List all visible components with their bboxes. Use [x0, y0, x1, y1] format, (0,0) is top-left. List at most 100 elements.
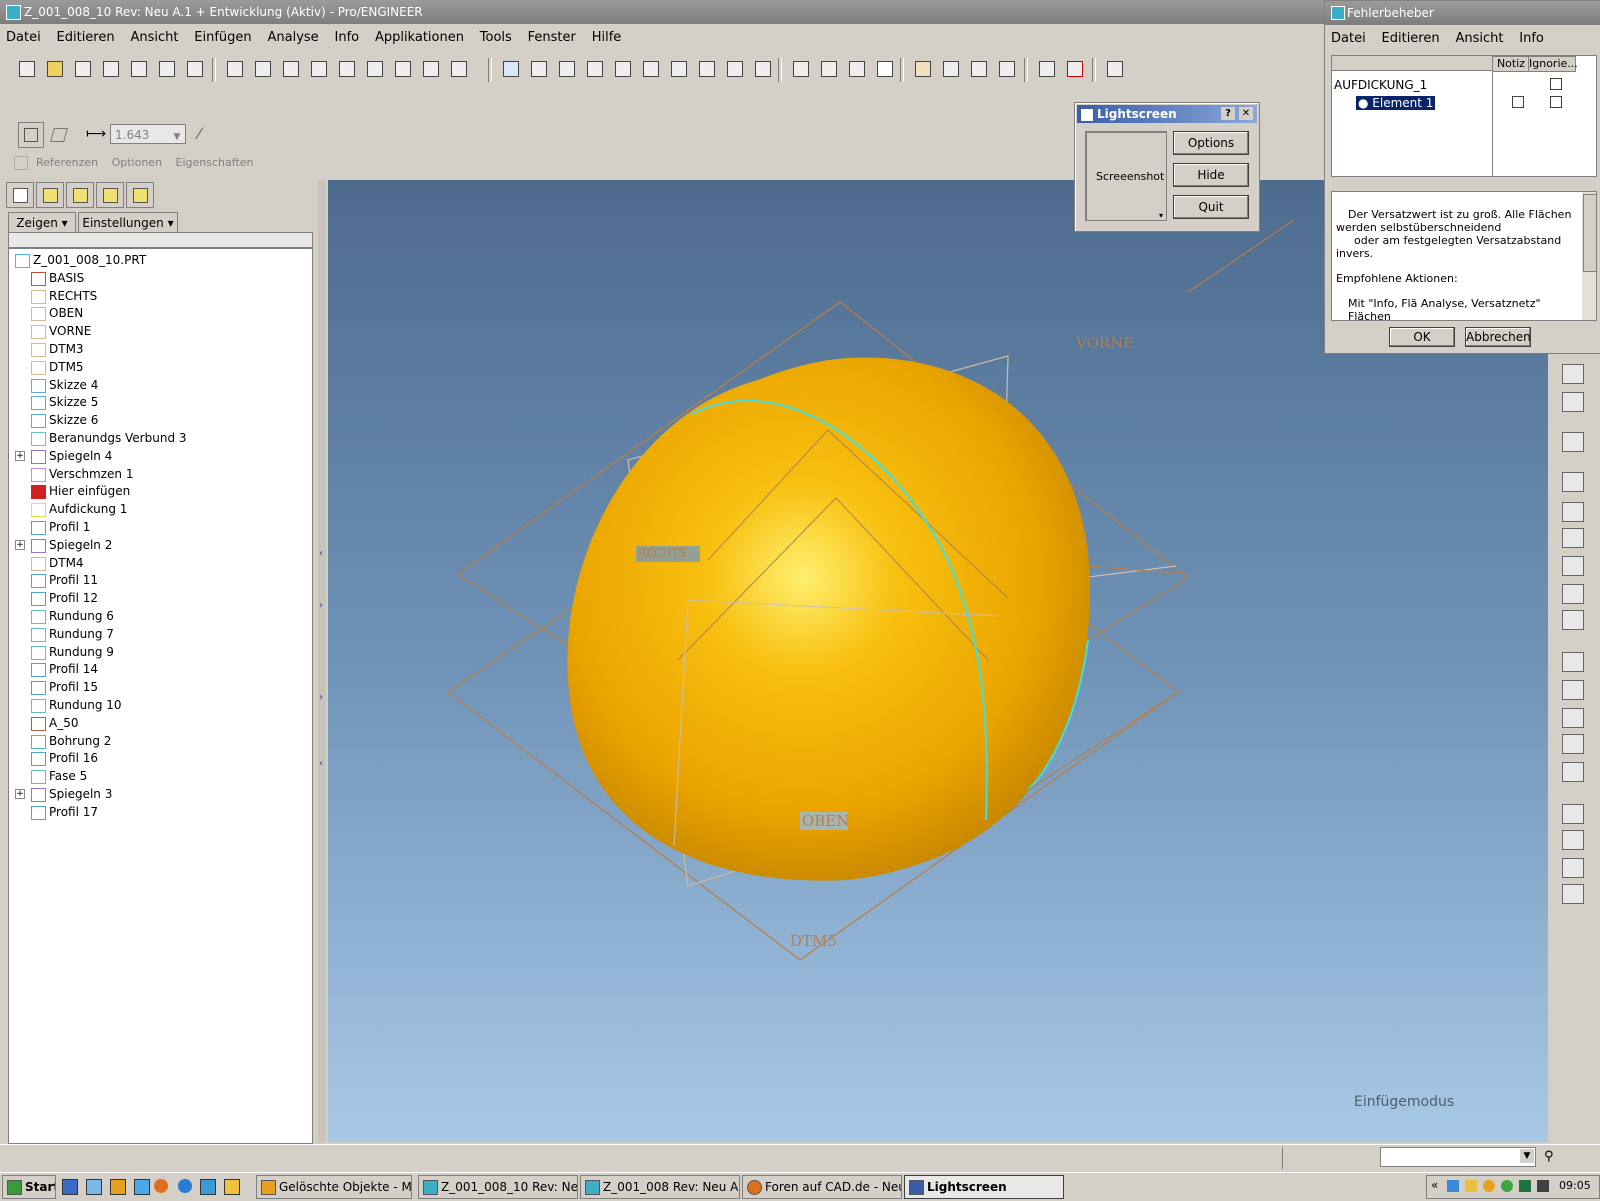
tree-item[interactable]: Z_001_008_10.PRT: [9, 251, 309, 269]
tree-item[interactable]: Skizze 4: [9, 376, 309, 394]
tree-item[interactable]: Profil 14: [9, 660, 309, 678]
tree-item-aufdickung[interactable]: AUFDICKUNG_1: [1334, 78, 1427, 92]
menu-hilfe[interactable]: Hilfe: [586, 26, 628, 50]
tab-optionen[interactable]: Optionen: [112, 156, 162, 169]
zoom-fit-button[interactable]: [638, 56, 662, 82]
options-button[interactable]: Options: [1173, 131, 1249, 155]
tray-expand-icon[interactable]: «: [1431, 1178, 1438, 1192]
rib-tool-icon[interactable]: [1562, 528, 1584, 548]
start-button[interactable]: Start: [2, 1175, 56, 1199]
help-button[interactable]: ?: [1221, 107, 1235, 120]
menu-fenster[interactable]: Fenster: [522, 26, 582, 50]
tab-eigenschaften[interactable]: Eigenschaften: [176, 156, 254, 169]
dashboard-solid-button[interactable]: [18, 122, 44, 148]
tray-status-icon[interactable]: [1501, 1180, 1513, 1192]
reorient-button[interactable]: [666, 56, 690, 82]
desktop-icon[interactable]: [62, 1179, 78, 1195]
tree-item[interactable]: DTM5: [9, 358, 309, 376]
tree-item[interactable]: Aufdickung 1: [9, 500, 309, 518]
selection-filter-icon[interactable]: ⚲: [1544, 1149, 1558, 1165]
coordinate-systems-toggle[interactable]: [994, 56, 1018, 82]
save-button[interactable]: [70, 56, 94, 82]
outlook-icon[interactable]: [110, 1179, 126, 1195]
tab-folder-browser[interactable]: [36, 182, 64, 208]
tree-item[interactable]: + Spiegeln 3: [9, 785, 309, 803]
tab-favorites[interactable]: [66, 182, 94, 208]
close-icon[interactable]: ✕: [1239, 107, 1253, 120]
menu-tools[interactable]: Tools: [474, 26, 518, 50]
expand-arrow-icon[interactable]: ›: [319, 692, 323, 703]
dashboard-surface-button[interactable]: [48, 124, 70, 146]
sketch-tool-button[interactable]: [498, 56, 522, 82]
tree-item[interactable]: Profil 15: [9, 678, 309, 696]
tray-clock-icon[interactable]: [1483, 1180, 1495, 1192]
tree-item[interactable]: Profil 11: [9, 571, 309, 589]
ignore-checkbox[interactable]: [1550, 78, 1562, 90]
menu-ansicht[interactable]: Ansicht: [124, 26, 184, 50]
tree-item[interactable]: Beranundgs Verbund 3: [9, 429, 309, 447]
menu-analyse[interactable]: Analyse: [261, 26, 324, 50]
tab-history[interactable]: [96, 182, 124, 208]
datum-planes-toggle[interactable]: [910, 56, 934, 82]
tree-item[interactable]: DTM4: [9, 554, 309, 572]
print-button[interactable]: [154, 56, 178, 82]
expand-arrow-icon[interactable]: ›: [319, 600, 323, 611]
tree-item[interactable]: Profil 17: [9, 803, 309, 821]
undo-button[interactable]: [222, 56, 246, 82]
tree-item[interactable]: RECHTS: [9, 287, 309, 305]
datum-point-tool-icon[interactable]: [1562, 364, 1584, 384]
chevron-down-icon[interactable]: ▼: [1520, 1149, 1534, 1163]
tree-item[interactable]: Profil 1: [9, 518, 309, 536]
shading-button[interactable]: [872, 56, 896, 82]
tree-item[interactable]: OBEN: [9, 304, 309, 322]
task-lightscreen[interactable]: Lightscreen: [904, 1175, 1064, 1199]
tray-network-icon[interactable]: [1447, 1180, 1459, 1192]
paste-button[interactable]: [334, 56, 358, 82]
pattern-tool-icon[interactable]: [1562, 884, 1584, 904]
tree-item[interactable]: Rundung 10: [9, 696, 309, 714]
extrude-tool-icon[interactable]: [1562, 652, 1584, 672]
tab-connections[interactable]: [126, 182, 154, 208]
firefox-icon[interactable]: [154, 1179, 168, 1193]
zeigen-dropdown[interactable]: Zeigen ▾: [8, 212, 76, 234]
tree-item[interactable]: Profil 16: [9, 749, 309, 767]
hole-tool-icon[interactable]: [1562, 472, 1584, 492]
chevron-down-icon[interactable]: ▼: [171, 127, 183, 142]
paste-special-button[interactable]: [362, 56, 386, 82]
sketch-tool-icon[interactable]: [1562, 432, 1584, 452]
sweep-tool-icon[interactable]: [1562, 708, 1584, 728]
window-activate-button[interactable]: [1034, 56, 1058, 82]
layers-button[interactable]: [722, 56, 746, 82]
email-button[interactable]: [182, 56, 206, 82]
cut-button[interactable]: [278, 56, 302, 82]
abbrechen-button[interactable]: Abbrechen: [1465, 327, 1531, 347]
task-proe-2[interactable]: Z_001_008 Rev: Neu A....: [580, 1175, 740, 1199]
view-manager-button[interactable]: [750, 56, 774, 82]
quit-button[interactable]: Quit: [1173, 195, 1249, 219]
einstellungen-dropdown[interactable]: Einstellungen ▾: [78, 212, 178, 234]
ignore-checkbox[interactable]: [1550, 96, 1562, 108]
task-firefox[interactable]: Foren auf CAD.de - Neu...: [742, 1175, 902, 1199]
chamfer-tool-icon[interactable]: [1562, 610, 1584, 630]
explorer-icon[interactable]: [224, 1179, 240, 1195]
tree-item[interactable]: DTM3: [9, 340, 309, 358]
tab-model-tree[interactable]: [6, 182, 34, 208]
tree-item[interactable]: Hier einfügen: [9, 482, 309, 500]
tree-item[interactable]: Rundung 6: [9, 607, 309, 625]
save-copy-button[interactable]: [98, 56, 122, 82]
tree-item[interactable]: Rundung 7: [9, 625, 309, 643]
fmenu-ansicht[interactable]: Ansicht: [1449, 27, 1509, 51]
scrollbar-thumb[interactable]: [1583, 194, 1596, 272]
draft-tool-icon[interactable]: [1562, 556, 1584, 576]
tree-item[interactable]: Profil 12: [9, 589, 309, 607]
tree-item[interactable]: + Spiegeln 2: [9, 536, 309, 554]
tree-item[interactable]: A_50: [9, 714, 309, 732]
panel-splitter[interactable]: ‹ › › ‹: [318, 180, 326, 1142]
tray-mail-icon[interactable]: [1465, 1180, 1477, 1192]
column-notiz[interactable]: Notiz: [1492, 56, 1530, 72]
menu-datei[interactable]: Datei: [0, 26, 47, 50]
saved-views-button[interactable]: [694, 56, 718, 82]
hidden-line-button[interactable]: [816, 56, 840, 82]
trim-tool-icon[interactable]: [1562, 858, 1584, 878]
message-scrollbar[interactable]: [1582, 192, 1596, 320]
